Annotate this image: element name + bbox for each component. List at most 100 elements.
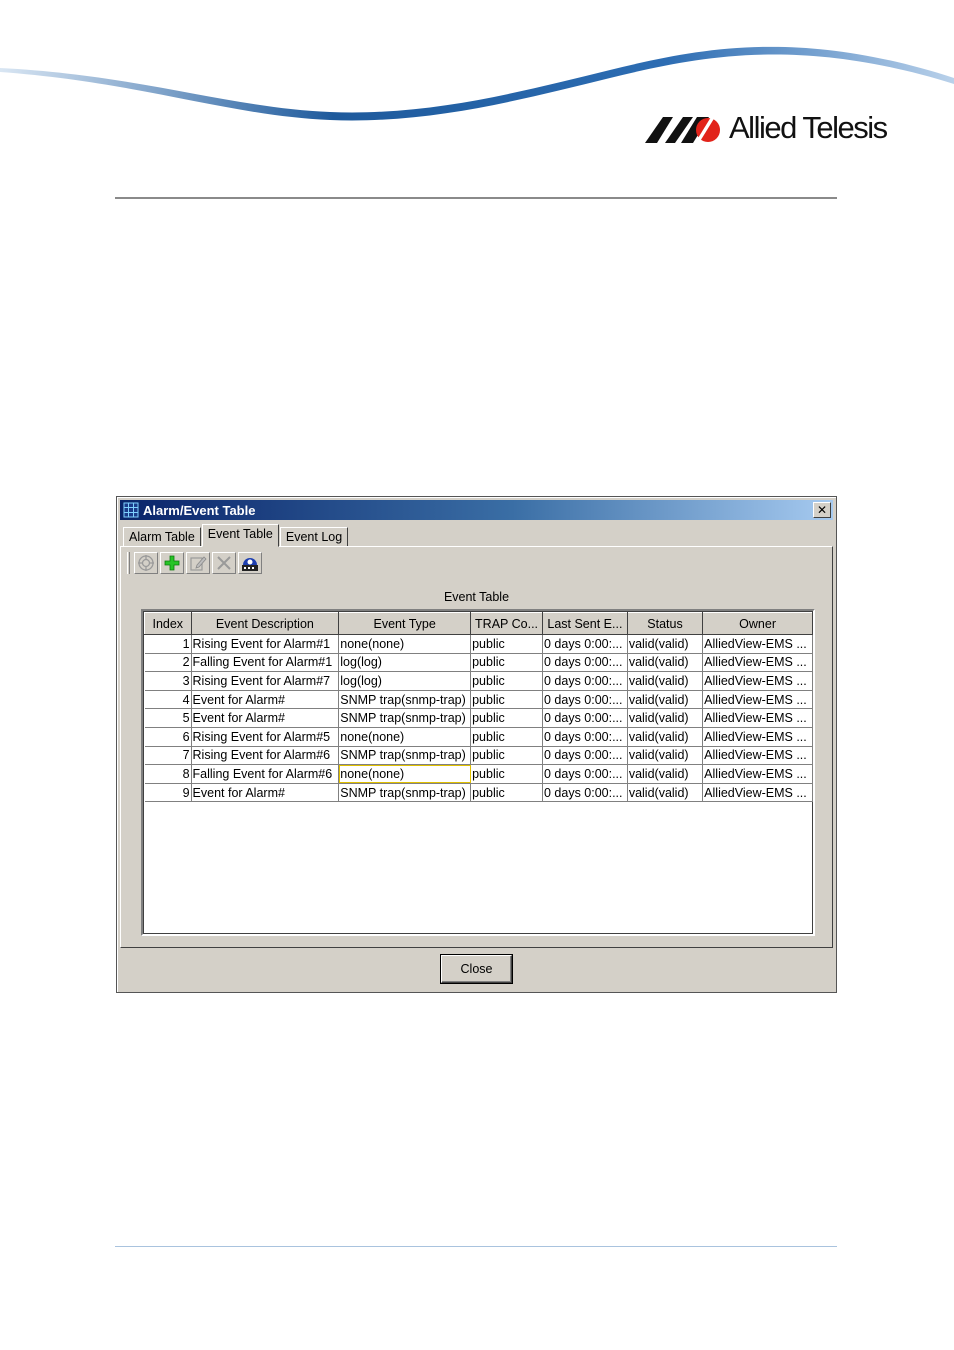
table-row[interactable]: 6 Rising Event for Alarm#5 none(none) publi… xyxy=(144,727,813,747)
cell-status[interactable]: valid(valid) xyxy=(627,764,704,784)
target-icon xyxy=(138,555,154,571)
cell-event-description[interactable]: Event for Alarm# xyxy=(191,783,340,803)
cell-owner[interactable]: AlliedView-EMS ... xyxy=(702,634,813,654)
toolbar-grip[interactable] xyxy=(127,552,130,574)
table-row[interactable]: 2 Falling Event for Alarm#1 log(log) public… xyxy=(144,653,813,673)
close-window-button[interactable]: ✕ xyxy=(813,502,831,518)
event-table-grid: Index Event Description Event Type TRAP … xyxy=(141,609,815,936)
cell-event-type[interactable]: SNMP trap(snmp-trap) xyxy=(338,708,472,728)
target-button[interactable] xyxy=(134,552,158,574)
cell-index[interactable]: 9 xyxy=(144,783,192,803)
cell-last-sent[interactable]: 0 days 0:00:... xyxy=(542,690,628,710)
cell-status[interactable]: valid(valid) xyxy=(627,634,704,654)
cell-last-sent[interactable]: 0 days 0:00:... xyxy=(542,727,628,747)
cell-status[interactable]: valid(valid) xyxy=(627,746,704,766)
cell-index[interactable]: 1 xyxy=(144,634,192,654)
cell-trap-community[interactable]: public xyxy=(470,690,543,710)
cell-last-sent[interactable]: 0 days 0:00:... xyxy=(542,671,628,691)
cell-trap-community[interactable]: public xyxy=(470,727,543,747)
cell-status[interactable]: valid(valid) xyxy=(627,653,704,673)
tab-event-table[interactable]: Event Table xyxy=(201,524,279,547)
column-header-index[interactable]: Index xyxy=(144,612,192,635)
grid-app-icon xyxy=(123,502,139,518)
cell-trap-community[interactable]: public xyxy=(470,764,543,784)
cell-event-type[interactable]: none(none) xyxy=(338,727,472,747)
tab-event-log[interactable]: Event Log xyxy=(279,527,349,547)
edit-icon xyxy=(190,556,207,571)
cell-index[interactable]: 5 xyxy=(144,708,192,728)
cell-trap-community[interactable]: public xyxy=(470,671,543,691)
cell-event-description[interactable]: Falling Event for Alarm#1 xyxy=(191,653,340,673)
table-row[interactable]: 9 Event for Alarm# SNMP trap(snmp-trap) pub… xyxy=(144,783,813,803)
cell-index[interactable]: 4 xyxy=(144,690,192,710)
cell-event-type[interactable]: none(none) xyxy=(338,764,472,784)
cell-owner[interactable]: AlliedView-EMS ... xyxy=(702,690,813,710)
cell-last-sent[interactable]: 0 days 0:00:... xyxy=(542,653,628,673)
table-row[interactable]: 4 Event for Alarm# SNMP trap(snmp-trap) pub… xyxy=(144,690,813,710)
cell-status[interactable]: valid(valid) xyxy=(627,690,704,710)
cell-event-type[interactable]: SNMP trap(snmp-trap) xyxy=(338,783,472,803)
cell-event-description[interactable]: Rising Event for Alarm#6 xyxy=(191,746,340,766)
cell-event-description[interactable]: Event for Alarm# xyxy=(191,708,340,728)
tab-alarm-table[interactable]: Alarm Table xyxy=(123,527,201,547)
column-header-event-type[interactable]: Event Type xyxy=(338,612,472,635)
table-row[interactable]: 3 Rising Event for Alarm#7 log(log) public 0… xyxy=(144,671,813,691)
cell-owner[interactable]: AlliedView-EMS ... xyxy=(702,746,813,766)
cell-index[interactable]: 7 xyxy=(144,746,192,766)
cell-owner[interactable]: AlliedView-EMS ... xyxy=(702,708,813,728)
page-header: Allied Telesis xyxy=(0,0,954,200)
cell-index[interactable]: 2 xyxy=(144,653,192,673)
cell-last-sent[interactable]: 0 days 0:00:... xyxy=(542,783,628,803)
cell-index[interactable]: 3 xyxy=(144,671,192,691)
cell-trap-community[interactable]: public xyxy=(470,634,543,654)
cell-event-type[interactable]: SNMP trap(snmp-trap) xyxy=(338,690,472,710)
cell-event-description[interactable]: Rising Event for Alarm#5 xyxy=(191,727,340,747)
edit-button[interactable] xyxy=(186,552,210,574)
cell-status[interactable]: valid(valid) xyxy=(627,783,704,803)
add-button[interactable] xyxy=(160,552,184,574)
cell-event-type[interactable]: log(log) xyxy=(338,653,472,673)
cell-owner[interactable]: AlliedView-EMS ... xyxy=(702,783,813,803)
close-button[interactable]: Close xyxy=(441,955,512,983)
cell-owner[interactable]: AlliedView-EMS ... xyxy=(702,764,813,784)
event-table: Index Event Description Event Type TRAP … xyxy=(144,612,813,803)
cell-event-description[interactable]: Rising Event for Alarm#7 xyxy=(191,671,340,691)
cell-event-type[interactable]: SNMP trap(snmp-trap) xyxy=(338,746,472,766)
dialog-titlebar[interactable]: Alarm/Event Table ✕ xyxy=(120,500,833,520)
cell-status[interactable]: valid(valid) xyxy=(627,727,704,747)
cell-owner[interactable]: AlliedView-EMS ... xyxy=(702,727,813,747)
cell-event-type[interactable]: log(log) xyxy=(338,671,472,691)
cell-trap-community[interactable]: public xyxy=(470,708,543,728)
table-row[interactable]: 7 Rising Event for Alarm#6 SNMP trap(snmp-… xyxy=(144,746,813,766)
delete-button[interactable] xyxy=(212,552,236,574)
cell-trap-community[interactable]: public xyxy=(470,783,543,803)
column-header-trap-community[interactable]: TRAP Co... xyxy=(470,612,543,635)
table-row[interactable]: 1 Rising Event for Alarm#1 none(none) publi… xyxy=(144,634,813,654)
cell-status[interactable]: valid(valid) xyxy=(627,671,704,691)
table-row[interactable]: 5 Event for Alarm# SNMP trap(snmp-trap) pub… xyxy=(144,708,813,728)
column-header-owner[interactable]: Owner xyxy=(702,612,813,635)
cell-index[interactable]: 8 xyxy=(144,764,192,784)
cell-trap-community[interactable]: public xyxy=(470,746,543,766)
cell-event-type[interactable]: none(none) xyxy=(338,634,472,654)
cell-owner[interactable]: AlliedView-EMS ... xyxy=(702,653,813,673)
column-header-status[interactable]: Status xyxy=(626,612,704,635)
column-header-event-description[interactable]: Event Description xyxy=(190,612,340,635)
dialog-title: Alarm/Event Table xyxy=(143,502,256,518)
cell-last-sent[interactable]: 0 days 0:00:... xyxy=(542,746,628,766)
table-row[interactable]: 8 Falling Event for Alarm#6 none(none) publ… xyxy=(144,764,813,784)
cell-last-sent[interactable]: 0 days 0:00:... xyxy=(542,634,628,654)
cell-last-sent[interactable]: 0 days 0:00:... xyxy=(542,708,628,728)
cell-owner[interactable]: AlliedView-EMS ... xyxy=(702,671,813,691)
refresh-device-button[interactable] xyxy=(238,552,262,574)
cell-event-description[interactable]: Rising Event for Alarm#1 xyxy=(191,634,340,654)
cell-last-sent[interactable]: 0 days 0:00:... xyxy=(542,764,628,784)
cell-trap-community[interactable]: public xyxy=(470,653,543,673)
cell-index[interactable]: 6 xyxy=(144,727,192,747)
cell-event-description[interactable]: Falling Event for Alarm#6 xyxy=(191,764,340,784)
cell-event-description[interactable]: Event for Alarm# xyxy=(191,690,340,710)
cell-status[interactable]: valid(valid) xyxy=(627,708,704,728)
column-header-last-sent[interactable]: Last Sent E... xyxy=(541,612,628,635)
refresh-device-icon xyxy=(242,558,258,571)
close-icon: ✕ xyxy=(816,503,828,517)
